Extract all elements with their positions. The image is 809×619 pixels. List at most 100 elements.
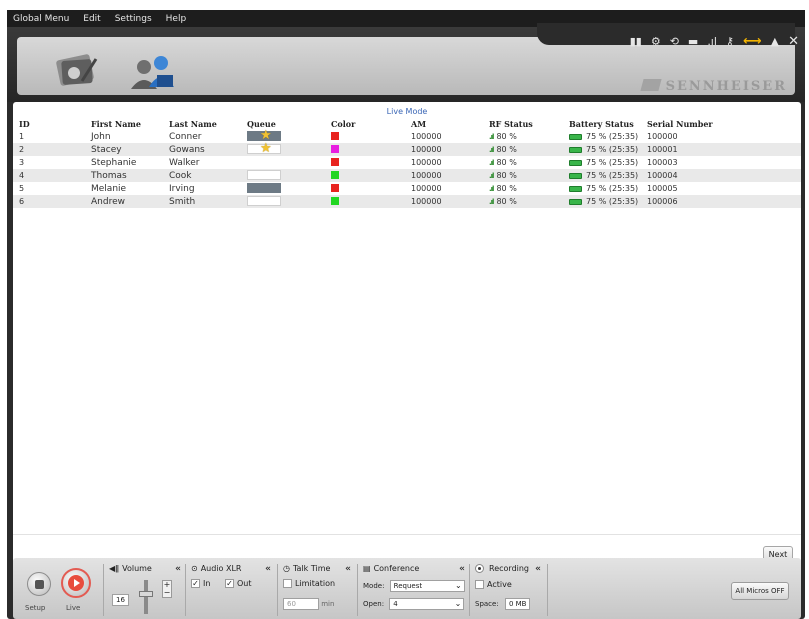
audio-xlr-icon: ⊙ xyxy=(191,564,198,573)
queue-indicator[interactable] xyxy=(247,170,281,181)
link-icon[interactable]: ⟷ xyxy=(743,35,762,48)
battery-icon[interactable]: ▬ xyxy=(688,36,698,47)
queue-indicator[interactable] xyxy=(247,183,281,194)
recording-active-checkbox[interactable] xyxy=(475,580,484,589)
cell-color xyxy=(325,143,405,156)
audio-out-label: Out xyxy=(236,579,252,588)
participant-list-panel: Live Mode ID First Name Last Name Queue … xyxy=(13,102,801,564)
rf-signal-icon: .ıl xyxy=(489,172,495,180)
cell-rf-status: .ıl 80 % xyxy=(483,143,563,156)
col-am[interactable]: AM xyxy=(405,117,483,130)
table-row[interactable]: 5 Melanie Irving 100000 .ıl 80 % 75 % (25:35) 1… xyxy=(13,182,801,195)
mode-select[interactable]: Request ⌄ xyxy=(389,580,465,592)
cell-battery-status: 75 % (25:35) xyxy=(563,156,641,169)
color-swatch[interactable] xyxy=(331,145,339,153)
cell-last-name: Irving xyxy=(163,182,241,195)
cell-id: 1 xyxy=(13,130,85,143)
cell-serial: 100006 xyxy=(641,195,801,208)
col-last-name[interactable]: Last Name xyxy=(163,117,241,130)
cell-color xyxy=(325,182,405,195)
color-swatch[interactable] xyxy=(331,132,339,140)
color-swatch[interactable] xyxy=(331,171,339,179)
queue-indicator[interactable]: ★ xyxy=(247,129,281,142)
battery-value: 75 % (25:35) xyxy=(586,197,639,206)
collapse-talk-icon[interactable]: « xyxy=(345,564,351,574)
collapse-audio-icon[interactable]: « xyxy=(265,564,271,574)
warning-icon[interactable]: ▲ xyxy=(771,36,779,47)
table-row[interactable]: 3 Stephanie Walker 100000 .ıl 80 % 75 % (25:35… xyxy=(13,156,801,169)
rf-signal-icon: .ıl xyxy=(489,159,495,167)
cell-last-name: Walker xyxy=(163,156,241,169)
setup-button[interactable] xyxy=(27,572,51,596)
col-first-name[interactable]: First Name xyxy=(85,117,163,130)
settings-icon[interactable]: ⚙ xyxy=(651,36,661,47)
cell-battery-status: 75 % (25:35) xyxy=(563,169,641,182)
battery-icon xyxy=(569,185,582,192)
col-id[interactable]: ID xyxy=(13,117,85,130)
rf-signal-icon: .ıl xyxy=(489,198,495,206)
menu-settings[interactable]: Settings xyxy=(115,14,152,24)
audio-out-checkbox[interactable]: ✓ xyxy=(224,579,234,588)
color-swatch[interactable] xyxy=(331,197,339,205)
live-button[interactable] xyxy=(61,568,91,598)
setup-mode-icon[interactable] xyxy=(50,51,102,91)
table-body: 1 John Conner ★ 100000 .ıl 80 % 75 % (25:35) 100… xyxy=(13,129,801,208)
open-select[interactable]: 4 ⌄ xyxy=(389,598,465,610)
col-battery-status[interactable]: Battery Status xyxy=(563,117,641,130)
menu-global[interactable]: Global Menu xyxy=(13,14,69,24)
cell-id: 6 xyxy=(13,195,85,208)
cell-first-name: Stacey xyxy=(85,143,163,156)
battery-icon xyxy=(569,172,582,179)
col-rf-status[interactable]: RF Status xyxy=(483,117,563,130)
menu-help[interactable]: Help xyxy=(166,14,187,24)
table-row[interactable]: 6 Andrew Smith 100000 .ıl 80 % 75 % (25:35) 100… xyxy=(13,195,801,208)
volume-stepper[interactable]: + − xyxy=(162,580,172,598)
cell-battery-status: 75 % (25:35) xyxy=(563,182,641,195)
battery-value: 75 % (25:35) xyxy=(586,184,639,193)
setup-label: Setup xyxy=(25,604,46,612)
limitation-checkbox[interactable] xyxy=(283,579,292,588)
stop-icon xyxy=(35,580,44,589)
queue-indicator[interactable] xyxy=(247,196,281,207)
talk-time-select[interactable]: 60 xyxy=(283,598,319,610)
cell-first-name: Thomas xyxy=(85,169,163,182)
clock-icon: ◷ xyxy=(283,564,290,573)
volume-slider[interactable] xyxy=(144,580,148,614)
color-swatch[interactable] xyxy=(331,158,339,166)
battery-icon xyxy=(569,198,582,205)
cell-rf-status: .ıl 80 % xyxy=(483,130,563,143)
recording-group: Recording « Active Space: 0 MB xyxy=(469,564,547,616)
cell-id: 2 xyxy=(13,143,85,156)
collapse-volume-icon[interactable]: « xyxy=(175,564,181,574)
volume-value[interactable]: 16 xyxy=(112,594,129,606)
cell-id: 4 xyxy=(13,169,85,182)
collapse-recording-icon[interactable]: « xyxy=(535,564,541,574)
col-color[interactable]: Color xyxy=(325,117,405,130)
menu-edit[interactable]: Edit xyxy=(83,14,100,24)
table-row[interactable]: 4 Thomas Cook 100000 .ıl 80 % 75 % (25:35) 1000… xyxy=(13,169,801,182)
cell-am: 100000 xyxy=(405,195,483,208)
rf-icon[interactable]: .ıl xyxy=(707,36,717,47)
audio-in-checkbox[interactable]: ✓ xyxy=(191,579,200,588)
queue-indicator[interactable]: ★ xyxy=(247,142,281,155)
col-queue[interactable]: Queue xyxy=(241,117,325,130)
space-value: 0 MB xyxy=(504,598,531,610)
signal-icon[interactable]: ▮▮ xyxy=(630,36,642,47)
battery-icon xyxy=(569,133,582,140)
cell-first-name: Andrew xyxy=(85,195,163,208)
table-row[interactable]: 1 John Conner ★ 100000 .ıl 80 % 75 % (25:35) 100… xyxy=(13,129,801,143)
refresh-icon[interactable]: ⟲ xyxy=(670,36,679,47)
cell-last-name: Conner xyxy=(163,130,241,143)
live-mode-users-icon[interactable] xyxy=(127,51,179,91)
talk-time-unit: min xyxy=(321,600,335,608)
key-icon[interactable]: ⚷ xyxy=(726,36,734,47)
col-serial-number[interactable]: Serial Number xyxy=(641,117,801,130)
close-icon[interactable]: ✕ xyxy=(788,35,799,48)
recording-radio[interactable] xyxy=(475,564,484,573)
table-row[interactable]: 2 Stacey Gowans ★ 100000 .ıl 80 % 75 % (25:35) 1… xyxy=(13,142,801,156)
all-micros-off-button[interactable]: All Micros OFF xyxy=(731,582,789,600)
color-swatch[interactable] xyxy=(331,184,339,192)
collapse-conference-icon[interactable]: « xyxy=(459,564,465,574)
cell-first-name: Melanie xyxy=(85,182,163,195)
volume-slider-thumb[interactable] xyxy=(139,591,153,597)
